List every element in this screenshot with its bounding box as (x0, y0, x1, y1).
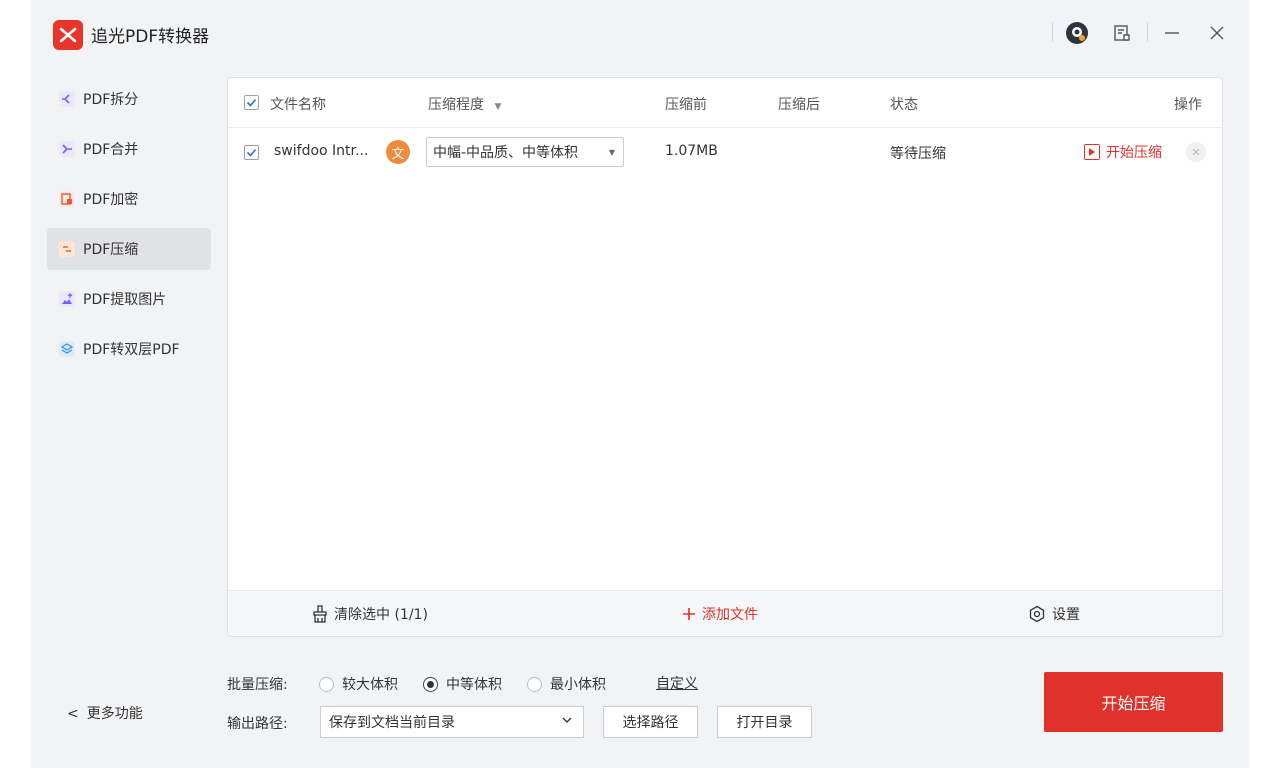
choose-path-button[interactable]: 选择路径 (603, 706, 698, 738)
title-separator (1147, 22, 1148, 42)
sidebar-item-merge[interactable]: PDF合并 (47, 128, 211, 170)
text-language-icon: 文 (386, 140, 410, 164)
header-compression-level[interactable]: 压缩程度 ▼ (428, 94, 501, 114)
play-icon (1084, 144, 1100, 160)
radio-label: 中等体积 (446, 677, 502, 693)
sidebar-item-label: PDF加密 (83, 192, 139, 208)
sidebar: PDF拆分 PDF合并 PDF加密 PDF压缩 PDF提取图片 PDF转双层PD… (47, 78, 211, 378)
minimize-icon[interactable] (1159, 20, 1185, 46)
remove-row-icon[interactable]: ✕ (1186, 142, 1206, 162)
header-size-after: 压缩后 (778, 97, 820, 113)
header-action: 操作 (1174, 97, 1202, 113)
output-path-label: 输出路径: (227, 716, 288, 732)
sidebar-item-encrypt[interactable]: PDF加密 (47, 178, 211, 220)
radio-medium-size[interactable]: 中等体积 (423, 674, 502, 694)
more-functions-label: 更多功能 (86, 706, 143, 722)
avatar-icon[interactable] (1064, 20, 1090, 46)
clear-selected-button[interactable]: 清除选中 (1/1) (312, 604, 428, 624)
sidebar-item-dual-layer[interactable]: PDF转双层PDF (47, 328, 211, 370)
add-file-button[interactable]: 添加文件 (682, 604, 758, 624)
output-path-value: 保存到文档当前目录 (329, 715, 455, 731)
sidebar-item-extract-image[interactable]: PDF提取图片 (47, 278, 211, 320)
radio-label: 最小体积 (550, 677, 606, 693)
split-icon (59, 91, 75, 107)
header-level-label: 压缩程度 (428, 97, 484, 113)
compression-level-value: 中幅-中品质、中等体积 (433, 145, 579, 161)
table-footer: 清除选中 (1/1) 添加文件 设置 (228, 590, 1222, 636)
row-filename: swifdoo Intr... (274, 143, 369, 159)
sidebar-item-label: PDF压缩 (83, 242, 139, 258)
header-filename: 文件名称 (270, 97, 326, 113)
feedback-icon[interactable] (1109, 20, 1135, 46)
start-compress-button[interactable]: 开始压缩 (1044, 672, 1223, 732)
table-header: 文件名称 压缩程度 ▼ 压缩前 压缩后 状态 操作 (228, 78, 1222, 128)
close-icon[interactable] (1204, 20, 1230, 46)
merge-icon (59, 141, 75, 157)
plus-icon (682, 607, 696, 621)
title-bar: 追光PDF转换器 (31, 0, 1249, 66)
caret-down-icon: ▼ (608, 148, 615, 157)
select-all-checkbox[interactable] (244, 95, 259, 110)
chevron-left-icon: < (67, 706, 79, 722)
sidebar-item-compress[interactable]: PDF压缩 (47, 228, 211, 270)
radio-dot-selected (423, 676, 438, 692)
radio-large-size[interactable]: 较大体积 (319, 674, 398, 694)
file-list-panel: 文件名称 压缩程度 ▼ 压缩前 压缩后 状态 操作 swifdoo Intr..… (227, 77, 1223, 637)
settings-label: 设置 (1052, 607, 1080, 623)
chevron-down-icon (561, 714, 573, 730)
radio-dot (527, 676, 542, 692)
more-functions-link[interactable]: < 更多功能 (67, 703, 143, 723)
add-file-label: 添加文件 (702, 607, 758, 623)
sidebar-item-label: PDF提取图片 (83, 292, 167, 308)
row-checkbox[interactable] (244, 145, 259, 160)
lock-file-icon (59, 191, 75, 207)
row-action-label: 开始压缩 (1106, 145, 1162, 161)
open-folder-button[interactable]: 打开目录 (717, 706, 812, 738)
radio-label: 较大体积 (342, 677, 398, 693)
row-status: 等待压缩 (890, 146, 946, 162)
radio-min-size[interactable]: 最小体积 (527, 674, 606, 694)
compress-icon (59, 241, 75, 257)
title-separator (1052, 22, 1053, 42)
header-size-before: 压缩前 (665, 97, 707, 113)
row-start-compress-button[interactable]: 开始压缩 (1084, 142, 1162, 162)
app-logo-icon (53, 20, 83, 50)
sidebar-item-split[interactable]: PDF拆分 (47, 78, 211, 120)
row-size-before: 1.07MB (665, 143, 718, 159)
caret-down-icon: ▼ (494, 102, 502, 112)
output-path-select[interactable]: 保存到文档当前目录 (320, 706, 584, 738)
batch-compress-label: 批量压缩: (227, 677, 288, 693)
settings-button[interactable]: 设置 (1028, 604, 1080, 624)
custom-settings-link[interactable]: 自定义 (656, 673, 698, 693)
table-row: swifdoo Intr... 文 中幅-中品质、中等体积 ▼ 1.07MB 等… (228, 128, 1222, 176)
header-status: 状态 (890, 97, 918, 113)
layers-icon (59, 341, 75, 357)
compression-level-select[interactable]: 中幅-中品质、中等体积 ▼ (426, 137, 624, 167)
extract-image-icon (59, 291, 75, 307)
broom-icon (312, 605, 328, 623)
sidebar-item-label: PDF转双层PDF (83, 342, 180, 358)
gear-icon (1028, 605, 1046, 623)
sidebar-item-label: PDF拆分 (83, 92, 139, 108)
app-window: 追光PDF转换器 PDF拆分 PDF合并 PDF加密 PDF压缩 PDF提取图片… (31, 0, 1249, 768)
radio-dot (319, 676, 334, 692)
clear-selected-label: 清除选中 (1/1) (334, 607, 428, 623)
sidebar-item-label: PDF合并 (83, 142, 139, 158)
app-title: 追光PDF转换器 (91, 27, 210, 47)
